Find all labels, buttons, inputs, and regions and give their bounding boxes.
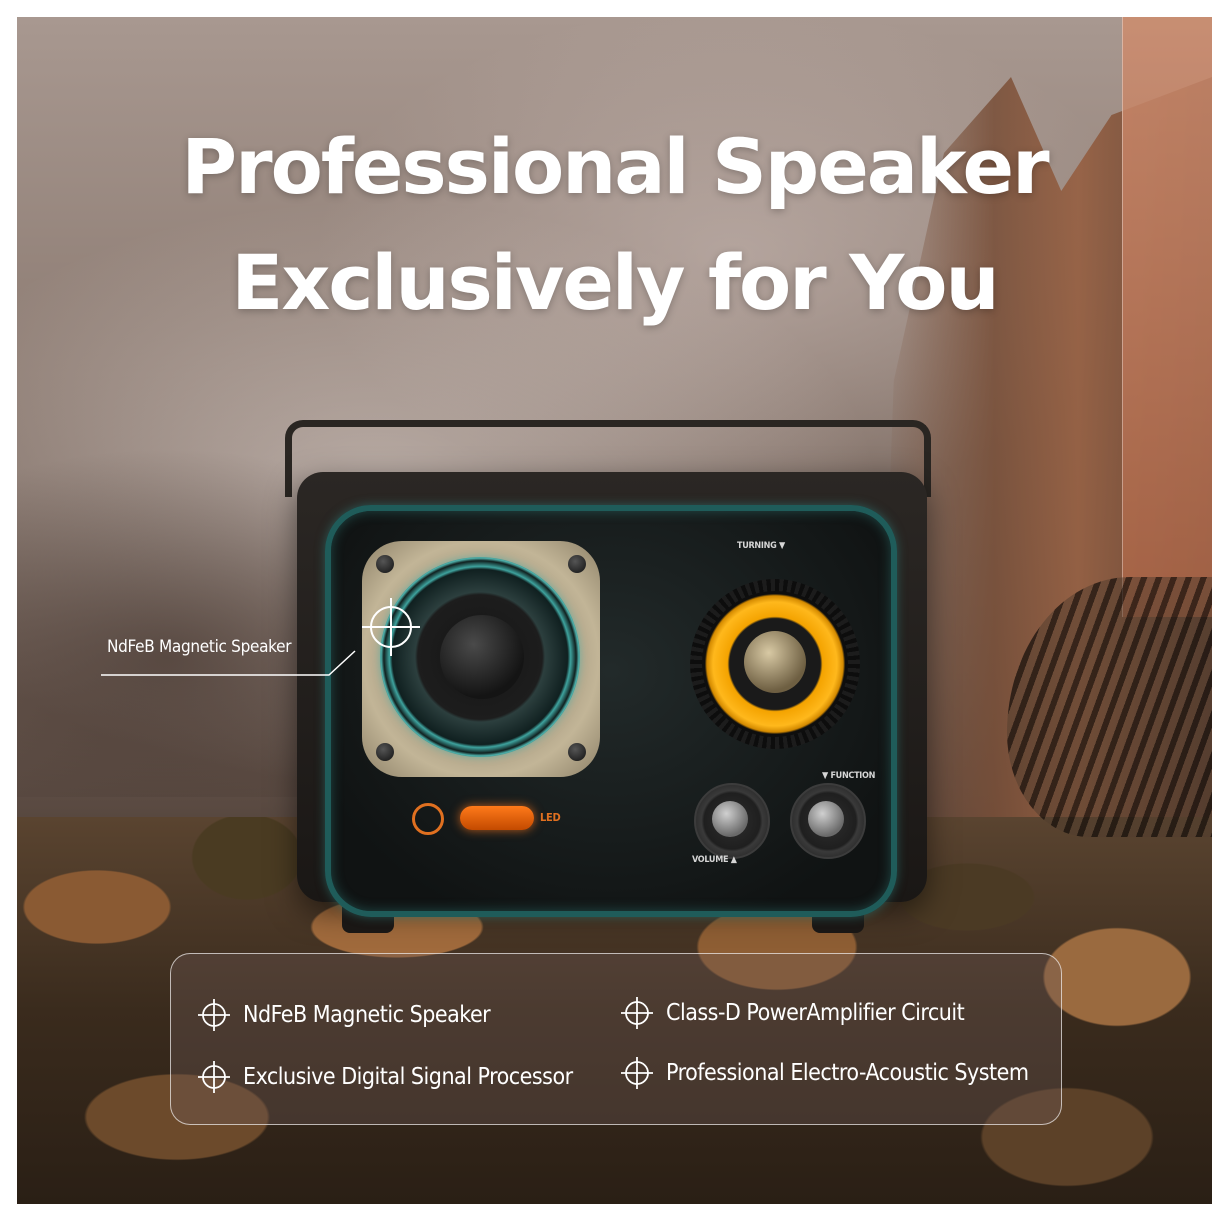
headline: Professional Speaker Exclusively for You [17, 109, 1212, 341]
screw-icon [376, 743, 394, 761]
power-icon [412, 803, 444, 835]
screw-icon [376, 555, 394, 573]
callout-label: NdFeB Magnetic Speaker [107, 637, 292, 657]
speaker-product: TURNING ▼ ▼ FUNCTION VOLUME ▲ LED [282, 417, 942, 947]
crosshair-icon [198, 1061, 230, 1093]
turning-label: TURNING ▼ [737, 541, 785, 551]
woofer-dome [440, 615, 524, 699]
feature-item: NdFeB Magnetic Speaker [197, 998, 491, 1032]
feature-label: NdFeB Magnetic Speaker [243, 1002, 491, 1028]
product-image: Professional Speaker Exclusively for You… [17, 17, 1212, 1204]
led-light [460, 806, 534, 830]
headline-line-2: Exclusively for You [231, 238, 999, 327]
feature-label: Class-D PowerAmplifier Circuit [666, 1000, 965, 1026]
function-knob-cap [808, 801, 844, 837]
volume-knob-cap [712, 801, 748, 837]
headline-line-1: Professional Speaker [181, 122, 1049, 211]
crosshair-icon [621, 1057, 653, 1089]
feature-item: Exclusive Digital Signal Processor [197, 1060, 573, 1094]
function-label: ▼ FUNCTION [822, 771, 876, 781]
callout-crosshair-icon [362, 598, 420, 656]
screw-icon [568, 555, 586, 573]
crosshair-icon [198, 999, 230, 1031]
screw-icon [568, 743, 586, 761]
volume-label: VOLUME ▲ [692, 855, 737, 865]
feature-item: Professional Electro-Acoustic System [620, 1056, 1029, 1090]
feature-label: Exclusive Digital Signal Processor [243, 1064, 573, 1090]
feature-item: Class-D PowerAmplifier Circuit [620, 996, 965, 1030]
feature-list-box: NdFeB Magnetic Speaker Class-D PowerAmpl… [170, 953, 1062, 1125]
tweeter-cap [744, 631, 806, 693]
feature-label: Professional Electro-Acoustic System [666, 1060, 1029, 1086]
crosshair-icon [621, 997, 653, 1029]
led-label: LED [540, 811, 561, 824]
